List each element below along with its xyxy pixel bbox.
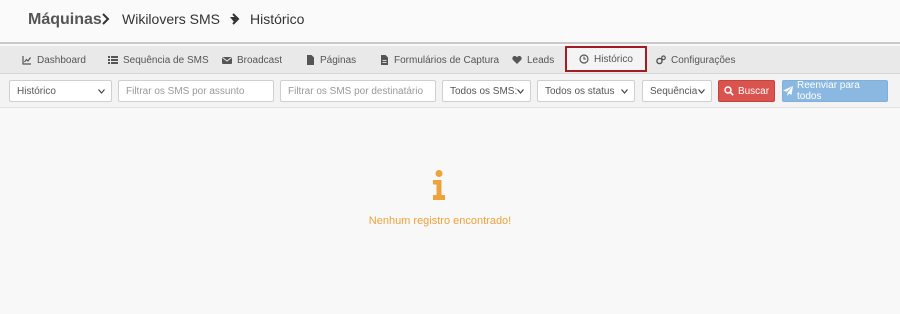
list-icon: [108, 56, 118, 64]
resend-button-label: Reenviar para todos: [797, 80, 860, 102]
tab-paginas[interactable]: Páginas: [305, 46, 356, 74]
envelope-icon: [222, 57, 232, 64]
search-button-label: Buscar: [737, 85, 770, 97]
filters-bar: Histórico Filtrar os SMS por assunto Fil…: [0, 74, 900, 108]
tab-label: Configurações: [671, 54, 736, 66]
search-icon: [724, 86, 734, 96]
tab-label: Formulários de Captura: [394, 54, 500, 66]
tab-broadcast[interactable]: Broadcast: [222, 46, 282, 74]
top-bar: Máquinas Wikilovers SMS Histórico: [0, 0, 900, 44]
sms-select[interactable]: Todos os SMS:: [442, 80, 531, 102]
clock-icon: [579, 54, 589, 64]
chevron-right-icon: [102, 13, 110, 25]
status-select[interactable]: Todos os status: [537, 80, 635, 102]
chart-line-icon: [22, 56, 31, 65]
type-select[interactable]: Histórico: [9, 80, 112, 102]
tab-formularios[interactable]: Formulários de Captura: [379, 46, 499, 74]
resend-all-button[interactable]: Reenviar para todos: [782, 80, 888, 102]
chevron-down-icon: [698, 89, 705, 94]
recipient-filter-input[interactable]: Filtrar os SMS por destinatário: [280, 80, 436, 102]
tab-sequencia[interactable]: Sequência de SMS: [108, 46, 209, 74]
tab-label: Dashboard: [37, 54, 86, 66]
tab-leads[interactable]: Leads: [512, 46, 554, 74]
type-select-value: Histórico: [17, 85, 56, 97]
file-text-icon: [381, 55, 388, 65]
tab-label: Histórico: [594, 53, 633, 65]
chevron-down-icon: [621, 89, 628, 94]
breadcrumb-machine[interactable]: Wikilovers SMS: [122, 11, 239, 27]
chevron-down-icon: [517, 89, 524, 94]
status-select-value: Todos os status: [545, 85, 615, 97]
tab-dashboard[interactable]: Dashboard: [22, 46, 86, 74]
machine-name: Wikilovers SMS: [122, 11, 221, 27]
sequence-select-value: Sequência: [650, 85, 698, 97]
tab-historico[interactable]: Histórico: [565, 46, 647, 72]
info-icon: [433, 170, 445, 200]
file-icon: [307, 55, 314, 65]
breadcrumb-root[interactable]: Máquinas: [28, 11, 102, 29]
breadcrumb-current: Histórico: [250, 11, 305, 27]
sequence-select[interactable]: Sequência: [642, 80, 712, 102]
tab-label: Leads: [527, 54, 555, 66]
sms-select-value: Todos os SMS:: [450, 85, 518, 97]
subject-filter-input[interactable]: Filtrar os SMS por assunto: [118, 80, 274, 102]
paper-plane-icon: [783, 86, 793, 96]
tabs-bar: Dashboard Sequência de SMS Broadcast Pág…: [0, 46, 900, 74]
tab-label: Páginas: [320, 54, 357, 66]
gears-icon: [656, 55, 666, 65]
tab-configuracoes[interactable]: Configurações: [656, 46, 735, 74]
chevron-right-icon: [232, 13, 240, 25]
tab-label: Sequência de SMS: [123, 54, 209, 66]
tab-label: Broadcast: [237, 54, 283, 66]
chevron-down-icon: [98, 89, 105, 94]
empty-state-message: Nenhum registro encontrado!: [368, 215, 512, 227]
search-button[interactable]: Buscar: [718, 80, 775, 102]
heart-icon: [512, 55, 522, 64]
